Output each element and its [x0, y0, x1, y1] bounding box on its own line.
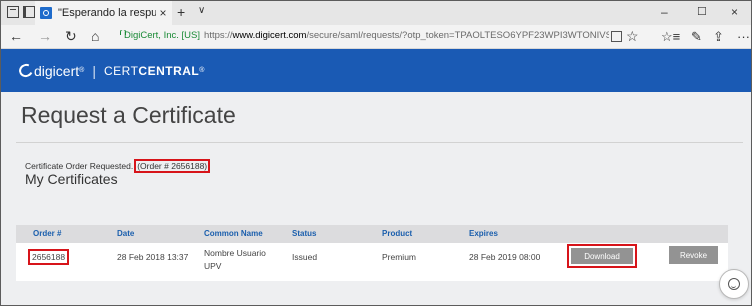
- page-content: Request a Certificate Certificate Order …: [1, 92, 751, 305]
- tab-preview-icon[interactable]: [7, 6, 19, 18]
- product-registered: ®: [199, 67, 205, 74]
- site-header: digicert ® | CERT CENTRAL ®: [1, 49, 751, 92]
- cell-common-name: Nombre Usuario UPV: [204, 247, 266, 273]
- digicert-logo[interactable]: digicert ® | CERT CENTRAL ®: [17, 61, 205, 80]
- tab-bar: "Esperando la respuesta × + ∨ – ☐ ×: [1, 1, 751, 25]
- order-note-number: (Order # 2656188): [134, 159, 211, 173]
- favorites-hub-icon[interactable]: ☆≡: [661, 29, 680, 45]
- more-icon[interactable]: ···: [737, 29, 750, 44]
- url-host: www.digicert.com: [232, 30, 307, 41]
- common-name-line1: Nombre Usuario: [204, 248, 266, 258]
- page-title: Request a Certificate: [21, 102, 236, 128]
- cell-product: Premium: [382, 252, 417, 262]
- forward-icon[interactable]: →: [38, 28, 52, 44]
- common-name-line2: UPV: [204, 261, 222, 271]
- digicert-favicon-icon: [40, 7, 52, 19]
- close-window-icon[interactable]: ×: [731, 5, 738, 19]
- product-name-light: CERT: [103, 63, 139, 78]
- section-title: My Certificates: [25, 171, 118, 187]
- column-header-date[interactable]: Date: [117, 229, 134, 238]
- set-aside-tabs-icon[interactable]: [23, 6, 35, 18]
- back-icon[interactable]: ←: [9, 28, 23, 44]
- reading-view-icon[interactable]: [611, 31, 622, 42]
- address-input[interactable]: DigiCert, Inc. [US] https:// www.digicer…: [119, 30, 609, 41]
- logo-text: digicert: [34, 62, 80, 79]
- logo-separator: |: [92, 62, 96, 79]
- refresh-icon[interactable]: ↻: [65, 28, 77, 45]
- cell-expires: 28 Feb 2019 08:00: [469, 252, 541, 262]
- column-header-order[interactable]: Order #: [33, 229, 61, 238]
- cell-date: 28 Feb 2018 13:37: [117, 252, 189, 262]
- url-scheme: https://: [204, 30, 233, 41]
- share-icon[interactable]: ⇪: [713, 29, 724, 45]
- digicert-logo-icon: [17, 61, 35, 80]
- tab-close-icon[interactable]: ×: [156, 6, 170, 20]
- address-bar-row: ← → ↻ ⌂ DigiCert, Inc. [US] https:// www…: [1, 25, 751, 49]
- column-header-expires[interactable]: Expires: [469, 229, 498, 238]
- browser-window: "Esperando la respuesta × + ∨ – ☐ × ← → …: [0, 0, 752, 306]
- product-name-bold: CENTRAL: [138, 63, 200, 78]
- new-tab-icon[interactable]: +: [177, 4, 185, 20]
- download-button[interactable]: Download: [571, 248, 633, 264]
- column-header-status[interactable]: Status: [292, 229, 316, 238]
- favorite-star-icon[interactable]: ☆: [626, 28, 639, 45]
- url-path: /secure/saml/requests/?otp_token=TPAOLTE…: [306, 30, 609, 41]
- tab-title: "Esperando la respuesta: [58, 7, 156, 19]
- smiley-icon: [728, 278, 740, 290]
- tab-list-icon[interactable]: ∨: [198, 5, 205, 16]
- download-button-highlight: Download: [567, 244, 637, 268]
- web-notes-icon[interactable]: ✎: [691, 29, 702, 45]
- cell-status: Issued: [292, 252, 318, 262]
- column-header-common-name[interactable]: Common Name: [204, 229, 263, 238]
- order-note-label: Certificate Order Requested.: [25, 161, 134, 171]
- minimize-icon[interactable]: –: [661, 5, 668, 19]
- revoke-button[interactable]: Revoke: [669, 246, 718, 264]
- maximize-icon[interactable]: ☐: [697, 5, 707, 18]
- table-header: Order # Date Common Name Status Product …: [16, 225, 728, 243]
- chat-button[interactable]: [719, 269, 749, 299]
- tab-active[interactable]: "Esperando la respuesta ×: [35, 1, 172, 25]
- order-number-link[interactable]: 2656188: [28, 249, 70, 265]
- certificate-org: DigiCert, Inc. [US]: [124, 30, 201, 41]
- home-icon[interactable]: ⌂: [91, 28, 99, 44]
- table-row: 2656188 28 Feb 2018 13:37 Nombre Usuario…: [16, 243, 728, 281]
- logo-registered: ®: [79, 67, 85, 74]
- column-header-product[interactable]: Product: [382, 229, 412, 238]
- divider: [16, 142, 743, 143]
